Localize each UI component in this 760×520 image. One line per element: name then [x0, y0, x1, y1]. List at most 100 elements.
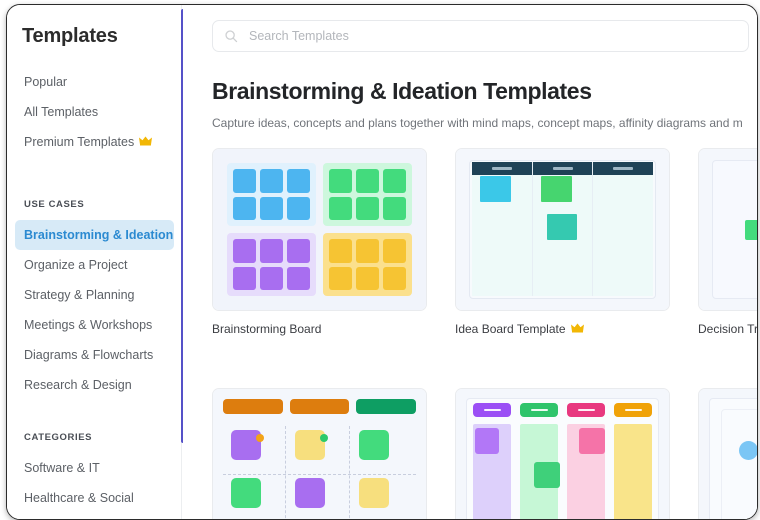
- sidebar-item-research-design[interactable]: Research & Design: [7, 370, 181, 400]
- template-thumbnail[interactable]: [455, 148, 670, 311]
- search-icon: [225, 30, 238, 43]
- sidebar-sections: USE CASES Brainstorming & Ideation Organiz…: [7, 195, 181, 513]
- sidebar: Templates Popular All Templates Premium Te…: [7, 5, 182, 519]
- template-card[interactable]: Idea Board Template: [455, 148, 670, 336]
- sticky-note: [287, 266, 310, 290]
- template-card[interactable]: Decision Tr: [698, 148, 757, 336]
- sidebar-item-label: Diagrams & Flowcharts: [24, 348, 154, 362]
- board-column: [567, 403, 605, 519]
- page-title: Brainstorming & Ideation Templates: [212, 78, 592, 104]
- matrix-note: [231, 430, 264, 460]
- board-column: [614, 403, 652, 519]
- sidebar-item-label: All Templates: [24, 105, 99, 119]
- template-card-label: Brainstorming Board: [212, 322, 427, 336]
- sidebar-item-label: Strategy & Planning: [24, 288, 135, 302]
- kanban-card: [546, 214, 577, 240]
- board-column: [520, 403, 560, 519]
- matrix-column-header: [289, 399, 350, 414]
- sidebar-item-healthcare-social[interactable]: Healthcare & Social: [7, 483, 181, 513]
- template-card[interactable]: [698, 388, 757, 519]
- sticky-note: [329, 196, 352, 220]
- sticky-note: [287, 169, 310, 193]
- sidebar-item-organize-a-project[interactable]: Organize a Project: [7, 250, 181, 280]
- sidebar-item-popular[interactable]: Popular: [7, 67, 181, 97]
- template-card-title: Brainstorming Board: [212, 322, 322, 336]
- thumb-mind-map: [699, 389, 757, 519]
- sidebar-top-nav: Popular All Templates Premium Templates: [7, 67, 181, 157]
- sticky-note: [233, 239, 256, 263]
- sticky-note: [383, 266, 406, 290]
- sticky-note: [383, 196, 406, 220]
- matrix-note: [359, 478, 389, 508]
- matrix-column-header: [356, 399, 417, 414]
- kanban-column: [472, 162, 532, 296]
- template-card-label: Decision Tr: [698, 322, 757, 336]
- thumb-brainstorming-board: [213, 149, 426, 310]
- search-bar[interactable]: [212, 20, 749, 52]
- sticky-note: [329, 169, 352, 193]
- template-thumbnail[interactable]: [455, 388, 670, 519]
- sidebar-item-premium-templates[interactable]: Premium Templates: [7, 127, 181, 157]
- sticky-note: [383, 169, 406, 193]
- note-quadrant: [323, 233, 412, 296]
- template-thumbnail[interactable]: [212, 388, 427, 519]
- column-note: [475, 428, 499, 454]
- sticky-note: [287, 239, 310, 263]
- tree-node: [745, 220, 757, 240]
- matrix-note: [359, 430, 389, 460]
- column-header: [520, 403, 558, 417]
- sidebar-item-software-it[interactable]: Software & IT: [7, 453, 181, 483]
- sticky-note: [233, 196, 256, 220]
- thumb-idea-board: [456, 149, 669, 310]
- sticky-note: [356, 266, 379, 290]
- sidebar-item-label: Healthcare & Social: [24, 491, 134, 505]
- kanban-column: [593, 162, 654, 296]
- kanban-card: [480, 176, 511, 202]
- sticky-note: [260, 239, 283, 263]
- search-box[interactable]: [212, 20, 749, 52]
- sidebar-item-label: Premium Templates: [24, 135, 135, 149]
- sidebar-section-heading: CATEGORIES: [24, 431, 93, 443]
- sidebar-item-label: Brainstorming & Ideation: [24, 228, 174, 242]
- note-quadrant: [227, 233, 316, 296]
- note-badge-dot: [256, 434, 264, 442]
- sticky-note: [356, 196, 379, 220]
- template-thumbnail[interactable]: [212, 148, 427, 311]
- template-card[interactable]: [212, 388, 427, 519]
- search-input[interactable]: [247, 28, 681, 44]
- sidebar-item-diagrams-flowcharts[interactable]: Diagrams & Flowcharts: [7, 340, 181, 370]
- template-card[interactable]: Brainstorming Board: [212, 148, 427, 336]
- sticky-note: [260, 266, 283, 290]
- template-card-title: Idea Board Template: [455, 322, 566, 336]
- sidebar-item-label: Research & Design: [24, 378, 132, 392]
- template-card[interactable]: [455, 388, 670, 519]
- sticky-note: [383, 239, 406, 263]
- sidebar-item-brainstorming-ideation[interactable]: Brainstorming & Ideation: [15, 220, 174, 250]
- column-header: [567, 403, 605, 417]
- sidebar-item-strategy-planning[interactable]: Strategy & Planning: [7, 280, 181, 310]
- column-header: [593, 162, 654, 175]
- matrix-note: [295, 430, 328, 460]
- main-content: Brainstorming & Ideation Templates Captu…: [183, 5, 757, 519]
- sidebar-item-meetings-workshops[interactable]: Meetings & Workshops: [7, 310, 181, 340]
- column-header: [614, 403, 652, 417]
- sticky-note: [329, 239, 352, 263]
- sticky-note: [329, 266, 352, 290]
- sidebar-title: Templates: [22, 25, 118, 47]
- sidebar-item-all-templates[interactable]: All Templates: [7, 97, 181, 127]
- kanban-card: [540, 176, 572, 202]
- crown-icon: [139, 136, 153, 148]
- note-quadrant: [227, 163, 316, 226]
- sidebar-item-label: Organize a Project: [24, 258, 128, 272]
- column-note: [534, 462, 560, 488]
- sidebar-section-heading: USE CASES: [24, 198, 85, 210]
- window-content: Templates Popular All Templates Premium Te…: [7, 5, 757, 519]
- sidebar-item-label: Meetings & Workshops: [24, 318, 153, 332]
- matrix-note: [295, 478, 325, 508]
- template-thumbnail[interactable]: [698, 388, 757, 519]
- app-window: Templates Popular All Templates Premium Te…: [6, 4, 758, 520]
- template-thumbnail[interactable]: [698, 148, 757, 311]
- template-card-label: Idea Board Template: [455, 322, 670, 336]
- sticky-note: [233, 266, 256, 290]
- column-note: [579, 428, 605, 454]
